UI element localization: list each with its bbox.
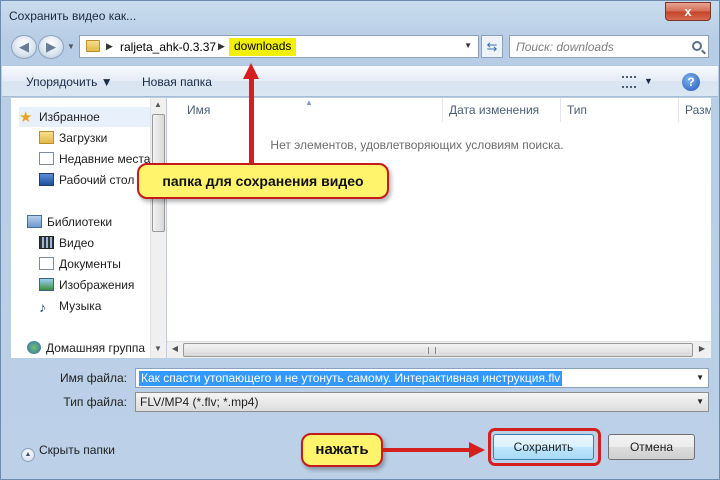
sidebar-scrollbar[interactable]: ▲ ▼ <box>150 98 166 358</box>
search-placeholder: Поиск: downloads <box>516 40 614 54</box>
sidebar-item-desktop[interactable]: Рабочий стол <box>39 170 134 190</box>
sidebar-item-label: Рабочий стол <box>59 173 135 187</box>
press-callout: нажать <box>301 433 383 467</box>
folder-icon <box>86 40 100 52</box>
homegroup-icon <box>27 341 41 354</box>
scroll-right-icon[interactable]: ▶ <box>695 344 709 353</box>
filename-label: Имя файла: <box>60 371 127 385</box>
filename-field[interactable]: Как спасти утопающего и не утонуть самом… <box>135 368 709 388</box>
sidebar-item-label: Изображения <box>59 278 135 292</box>
save-highlight-frame <box>488 428 601 466</box>
chevron-down-icon[interactable]: ▼ <box>696 397 704 406</box>
folder-callout: папка для сохранения видео <box>137 163 389 199</box>
desktop-icon <box>39 173 54 186</box>
view-dropdown-icon[interactable]: ▼ <box>644 76 653 86</box>
column-header-size[interactable]: Размер <box>679 98 711 122</box>
window-title: Сохранить видео как... <box>9 9 137 23</box>
breadcrumb-separator-icon[interactable]: ▶ <box>106 41 113 52</box>
forward-button[interactable]: ▶ <box>38 35 64 59</box>
command-toolbar: Упорядочить ▼ Новая папка ▼ ? <box>2 65 718 97</box>
sidebar-item-label: Библиотеки <box>47 215 113 229</box>
new-folder-button[interactable]: Новая папка <box>142 75 212 89</box>
forward-arrow-icon: ▶ <box>46 39 56 54</box>
breadcrumb-item-current[interactable]: downloads <box>229 38 297 56</box>
sidebar-item-pictures[interactable]: Изображения <box>39 275 134 295</box>
sidebar-item-label: Загрузки <box>59 131 108 145</box>
filetype-select[interactable]: FLV/MP4 (*.flv; *.mp4) ▼ <box>135 392 709 412</box>
grip-icon <box>428 347 436 354</box>
empty-message: Нет элементов, удовлетворяющих условиям … <box>270 138 564 152</box>
downloads-folder-icon <box>39 131 54 144</box>
sidebar-item-documents[interactable]: Документы <box>39 254 121 274</box>
libraries-icon <box>27 215 42 228</box>
sidebar-item-label: Видео <box>59 236 95 250</box>
column-header-date[interactable]: Дата изменения <box>443 98 561 122</box>
save-dialog-window: Сохранить видео как... x ◀ ▶ ▼ ▶ raljeta… <box>0 0 720 480</box>
sidebar-item-favorites[interactable]: ★ Избранное <box>19 107 159 127</box>
sidebar-item-label: Недавние места <box>59 152 151 166</box>
sidebar-item-downloads[interactable]: Загрузки <box>39 128 107 148</box>
breadcrumb-item[interactable]: raljeta_ahk-0.3.37 <box>120 40 216 54</box>
back-button[interactable]: ◀ <box>11 35 37 59</box>
navigation-pane: ★ Избранное Загрузки Недавние места Рабоч… <box>11 98 166 358</box>
sidebar-item-homegroup[interactable]: Домашняя группа <box>27 338 145 358</box>
star-icon: ★ <box>19 109 33 126</box>
breadcrumb-separator-icon[interactable]: ▶ <box>218 41 225 52</box>
title-bar[interactable]: Сохранить видео как... x <box>1 1 719 31</box>
file-list-hscrollbar[interactable]: ◀ ▶ <box>167 341 711 358</box>
pictures-icon <box>39 278 54 291</box>
filename-value[interactable]: Как спасти утопающего и не утонуть самом… <box>139 371 563 386</box>
hide-folders-label: Скрыть папки <box>39 443 115 457</box>
refresh-icon: ⇆ <box>486 39 498 54</box>
sidebar-item-label: Музыка <box>59 299 102 313</box>
sidebar-item-label: Избранное <box>39 110 100 124</box>
annotation-arrowhead <box>469 442 485 458</box>
annotation-arrow-line <box>383 448 471 452</box>
recent-places-icon <box>39 152 54 165</box>
recent-pages-dropdown-icon[interactable]: ▼ <box>67 42 75 51</box>
annotation-arrow-line <box>249 77 254 165</box>
filetype-label: Тип файла: <box>63 395 127 409</box>
sidebar-item-libraries[interactable]: Библиотеки <box>27 212 112 232</box>
scrollbar-thumb[interactable] <box>183 343 693 357</box>
hide-folders-button[interactable]: ▲ Скрыть папки <box>21 443 115 462</box>
scroll-left-icon[interactable]: ◀ <box>168 344 182 353</box>
column-header-type[interactable]: Тип <box>561 98 679 122</box>
search-icon <box>692 41 702 51</box>
help-icon[interactable]: ? <box>682 73 700 91</box>
organize-button[interactable]: Упорядочить ▼ <box>26 75 113 89</box>
column-header-name[interactable]: Имя <box>181 98 443 122</box>
cancel-button[interactable]: Отмена <box>608 434 695 460</box>
search-input[interactable]: Поиск: downloads <box>509 35 709 58</box>
sidebar-item-recent[interactable]: Недавние места <box>39 149 150 169</box>
collapse-up-icon: ▲ <box>21 448 35 462</box>
view-options-icon[interactable] <box>622 76 636 88</box>
scroll-down-icon[interactable]: ▼ <box>151 344 165 353</box>
video-icon <box>39 236 54 249</box>
address-dropdown-icon[interactable]: ▼ <box>464 41 472 50</box>
documents-icon <box>39 257 54 270</box>
sidebar-item-music[interactable]: ♪ Музыка <box>39 296 101 316</box>
sidebar-item-label: Документы <box>59 257 121 271</box>
scroll-up-icon[interactable]: ▲ <box>151 100 165 109</box>
music-icon: ♪ <box>39 299 46 315</box>
close-button[interactable]: x <box>665 2 711 21</box>
address-bar[interactable]: ▶ raljeta_ahk-0.3.37 ▶ downloads ▼ <box>79 35 479 58</box>
refresh-button[interactable]: ⇆ <box>481 35 503 58</box>
sidebar-item-video[interactable]: Видео <box>39 233 94 253</box>
chevron-down-icon[interactable]: ▼ <box>696 373 704 382</box>
sidebar-item-label: Домашняя группа <box>46 341 146 355</box>
filetype-value: FLV/MP4 (*.flv; *.mp4) <box>140 395 259 409</box>
back-arrow-icon: ◀ <box>19 39 29 54</box>
